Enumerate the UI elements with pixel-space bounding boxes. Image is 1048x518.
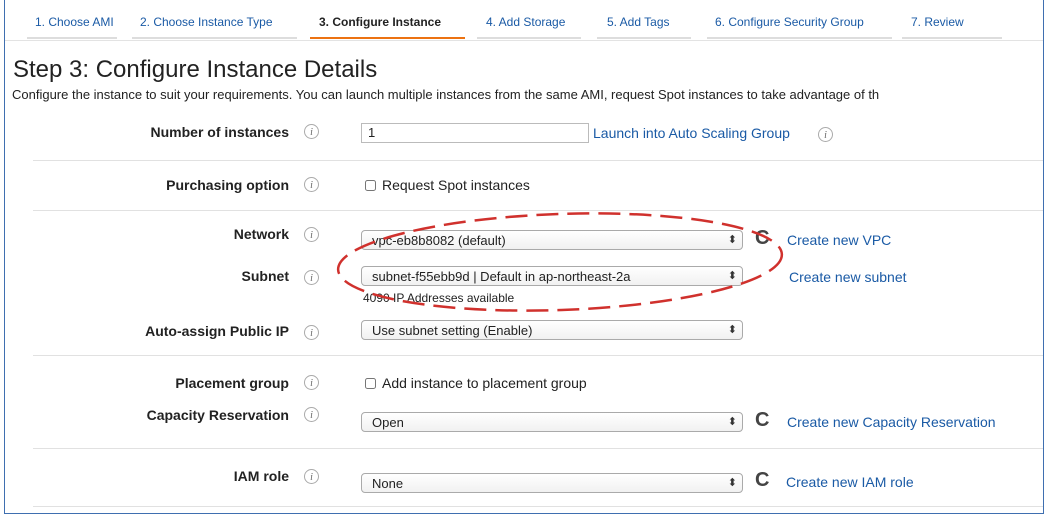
checkbox-label: Request Spot instances xyxy=(382,177,530,193)
tab-underline xyxy=(597,37,691,39)
capacity-reservation-select[interactable]: Open ⬍ xyxy=(361,412,743,432)
network-select-value: vpc-eb8b8082 (default) xyxy=(372,233,506,248)
refresh-icon[interactable]: C xyxy=(755,228,769,248)
checkbox[interactable] xyxy=(365,378,376,389)
purchasing-option-label: Purchasing option xyxy=(166,177,289,193)
create-new-vpc-link[interactable]: Create new VPC xyxy=(787,232,891,248)
tab-underline xyxy=(132,37,297,39)
launch-auto-scaling-link[interactable]: Launch into Auto Scaling Group xyxy=(593,125,790,141)
row-divider xyxy=(33,160,1043,161)
info-icon[interactable]: i xyxy=(304,325,319,340)
info-icon[interactable]: i xyxy=(304,227,319,242)
info-icon[interactable]: i xyxy=(304,177,319,192)
select-caret-icon: ⬍ xyxy=(727,234,737,246)
select-caret-icon: ⬍ xyxy=(727,324,737,336)
placement-group-label: Placement group xyxy=(175,375,289,391)
row-divider xyxy=(33,448,1043,449)
row-divider xyxy=(33,210,1043,211)
create-capacity-reservation-link[interactable]: Create new Capacity Reservation xyxy=(787,414,996,430)
tab-underline xyxy=(902,37,1002,39)
public-ip-label: Auto-assign Public IP xyxy=(145,323,289,339)
checkbox-label: Add instance to placement group xyxy=(382,375,587,391)
tab-configure-instance[interactable]: 3. Configure Instance xyxy=(319,15,441,29)
tab-underline-active xyxy=(310,37,465,39)
wizard-tabs: 1. Choose AMI 2. Choose Instance Type 3.… xyxy=(5,0,1043,41)
capacity-reservation-label: Capacity Reservation xyxy=(146,407,289,423)
tab-configure-security-group[interactable]: 6. Configure Security Group xyxy=(715,15,864,29)
subnet-select[interactable]: subnet-f55ebb9d | Default in ap-northeas… xyxy=(361,266,743,286)
select-caret-icon: ⬍ xyxy=(727,416,737,428)
subnet-select-value: subnet-f55ebb9d | Default in ap-northeas… xyxy=(372,269,631,284)
subnet-label: Subnet xyxy=(241,268,289,284)
tab-add-tags[interactable]: 5. Add Tags xyxy=(607,15,670,29)
refresh-icon[interactable]: C xyxy=(755,470,769,490)
select-caret-icon: ⬍ xyxy=(727,477,737,489)
refresh-icon[interactable]: C xyxy=(755,410,769,430)
tab-add-storage[interactable]: 4. Add Storage xyxy=(486,15,565,29)
ip-available-hint: 4090 IP Addresses available xyxy=(363,291,515,305)
num-instances-label: Number of instances xyxy=(150,124,289,140)
tab-underline xyxy=(477,37,581,39)
info-icon[interactable]: i xyxy=(304,270,319,285)
row-divider xyxy=(33,355,1043,356)
create-new-subnet-link[interactable]: Create new subnet xyxy=(789,269,907,285)
page-description: Configure the instance to suit your requ… xyxy=(12,87,880,102)
tab-choose-instance-type[interactable]: 2. Choose Instance Type xyxy=(140,15,273,29)
create-new-iam-role-link[interactable]: Create new IAM role xyxy=(786,474,914,490)
tab-underline xyxy=(27,37,117,39)
page-title: Step 3: Configure Instance Details xyxy=(13,56,378,83)
checkbox[interactable] xyxy=(365,180,376,191)
iam-role-label: IAM role xyxy=(233,468,289,484)
capacity-select-value: Open xyxy=(372,415,404,430)
info-icon[interactable]: i xyxy=(304,407,319,422)
network-label: Network xyxy=(233,226,289,242)
info-icon[interactable]: i xyxy=(304,375,319,390)
public-ip-select-value: Use subnet setting (Enable) xyxy=(372,323,533,338)
info-icon[interactable]: i xyxy=(304,124,319,139)
iam-select-value: None xyxy=(372,476,404,491)
num-instances-input[interactable]: 1 xyxy=(361,123,589,143)
network-select[interactable]: vpc-eb8b8082 (default) ⬍ xyxy=(361,230,743,250)
tab-choose-ami[interactable]: 1. Choose AMI xyxy=(35,15,114,29)
placement-group-checkbox[interactable]: Add instance to placement group xyxy=(365,375,587,391)
select-caret-icon: ⬍ xyxy=(727,270,737,282)
tab-underline xyxy=(707,37,892,39)
public-ip-select[interactable]: Use subnet setting (Enable) ⬍ xyxy=(361,320,743,340)
tab-review[interactable]: 7. Review xyxy=(911,15,964,29)
iam-role-select[interactable]: None ⬍ xyxy=(361,473,743,493)
request-spot-checkbox[interactable]: Request Spot instances xyxy=(365,177,530,193)
row-divider xyxy=(33,506,1043,507)
info-icon[interactable]: i xyxy=(818,127,833,142)
info-icon[interactable]: i xyxy=(304,469,319,484)
console-frame: 1. Choose AMI 2. Choose Instance Type 3.… xyxy=(4,0,1044,514)
